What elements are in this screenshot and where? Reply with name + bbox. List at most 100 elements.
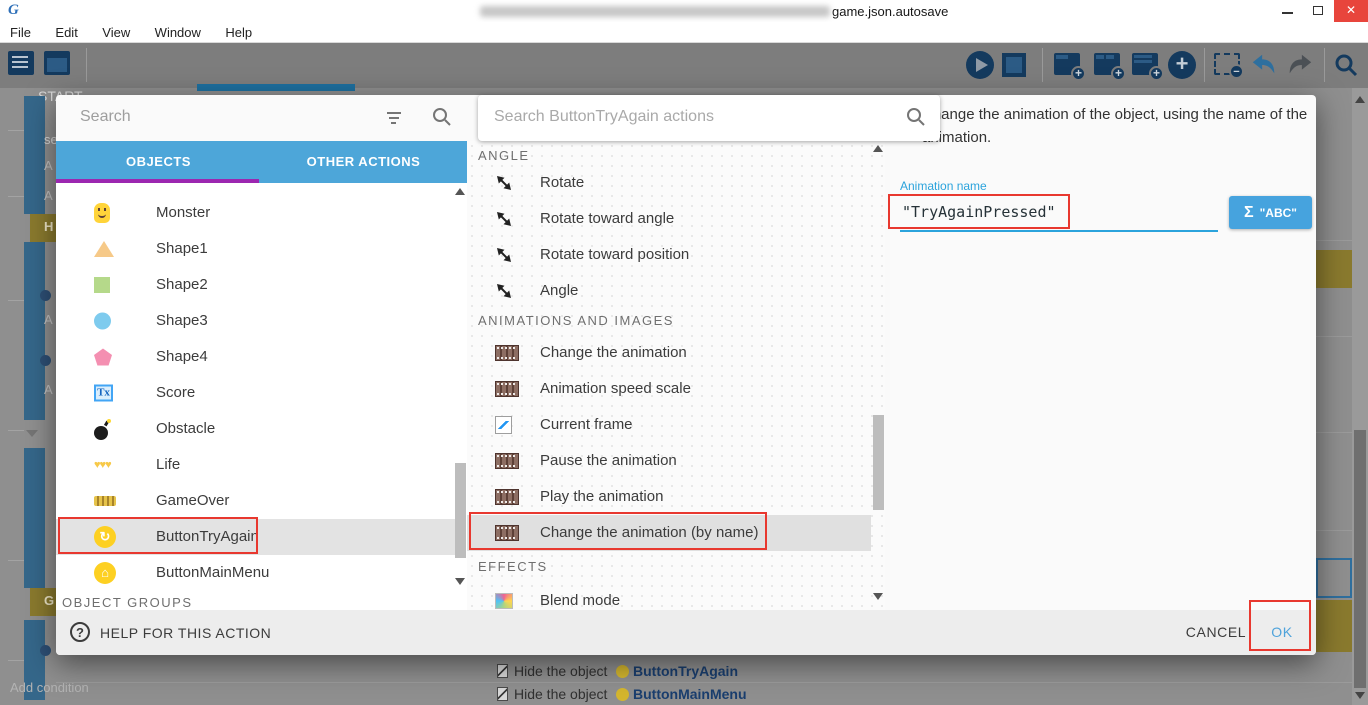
action-row-change-animation[interactable]: Change the animation [467,335,871,371]
scrollbar-thumb[interactable] [455,463,466,558]
scroll-down-icon[interactable] [455,578,465,585]
section-effects-header: EFFECTS [478,559,548,574]
help-for-this-action-link[interactable]: HELP FOR THIS ACTION [100,625,271,641]
scroll-down-icon[interactable] [873,593,883,600]
active-tab-indicator [197,84,355,91]
menu-help[interactable]: Help [215,22,262,40]
sigma-icon: Σ [1244,204,1254,221]
object-row-monster[interactable]: Monster [56,195,455,231]
objects-search-field[interactable]: Search [56,95,467,141]
object-row-shape4[interactable]: Shape4 [56,339,455,375]
annotation-box-change-animation-by-name [469,512,767,550]
action-row-play-animation[interactable]: Play the animation [467,479,871,515]
event-indent-bar [24,242,45,420]
toolbar-search-button[interactable] [1334,53,1358,82]
triangle-sprite-icon [94,241,114,257]
redo-button[interactable] [1286,52,1314,83]
scene-window-button[interactable] [44,51,70,75]
debug-button[interactable] [1002,51,1026,77]
scroll-up-icon[interactable] [455,188,465,195]
annotation-box-buttontryagain [58,517,258,554]
add-comment-button[interactable] [1132,51,1158,75]
preview-button[interactable] [966,51,994,79]
scroll-up-icon[interactable] [1355,96,1365,103]
objects-search-placeholder: Search [80,108,131,126]
object-row-buttonmainmenu[interactable]: ⌂ButtonMainMenu [56,555,455,591]
help-question-icon: ? [70,622,90,642]
window-icon [47,58,67,72]
actions-search-field[interactable]: Search ButtonTryAgain actions [478,95,940,141]
action-row-rotate[interactable]: Rotate [467,165,871,201]
scrollbar-thumb[interactable] [1354,430,1366,688]
app-window: G game.json.autosave ✕ File Edit View Wi… [0,0,1368,705]
action-row-animation-speed-scale[interactable]: Animation speed scale [467,371,871,407]
menu-file[interactable]: File [0,22,41,40]
object-row-obstacle[interactable]: Obstacle [56,411,455,447]
comment-row-clipped: G [30,588,56,616]
event-action-row: Hide the object ButtonTryAgain [56,660,1352,683]
animation-name-label: Animation name [900,179,987,193]
undo-button[interactable] [1250,52,1278,83]
film-strip-icon [495,489,519,505]
add-event-button[interactable] [1054,51,1080,75]
maximize-button[interactable] [1303,0,1334,22]
objects-tab-bar: OBJECTS OTHER ACTIONS [56,141,467,183]
search-icon [906,107,926,127]
event-action-row: Hide the object ButtonMainMenu [56,683,1352,705]
object-row-shape3[interactable]: Shape3 [56,303,455,339]
object-thumbnail-icon [616,688,629,701]
close-button[interactable]: ✕ [1334,0,1368,22]
action-row-pause-animation[interactable]: Pause the animation [467,443,871,479]
action-row-rotate-toward-position[interactable]: Rotate toward position [467,237,871,273]
pentagon-sprite-icon [94,349,112,366]
action-row-current-frame[interactable]: Current frame [467,407,871,443]
scroll-down-icon[interactable] [1355,692,1365,699]
dialog-footer: ? HELP FOR THIS ACTION CANCEL OK [56,610,1316,655]
project-manager-button[interactable] [8,51,34,75]
blurred-path [480,6,830,17]
object-row-shape1[interactable]: Shape1 [56,231,455,267]
home-button-icon: ⌂ [94,562,116,584]
section-animations-header: ANIMATIONS AND IMAGES [478,313,674,328]
scroll-up-icon[interactable] [873,145,883,152]
choose-event-type-button[interactable]: + [1168,51,1196,79]
action-row-rotate-toward-angle[interactable]: Rotate toward angle [467,201,871,237]
film-strip-icon [495,345,519,361]
action-row-angle[interactable]: Angle [467,273,871,309]
menu-window[interactable]: Window [145,22,211,40]
tab-objects[interactable]: OBJECTS [56,141,261,183]
filter-icon[interactable] [384,111,404,125]
action-row-blend-mode[interactable]: Blend mode [467,583,871,610]
plus-badge-icon [1071,66,1086,81]
hide-action-icon [497,687,508,701]
undo-icon [1250,52,1278,78]
actions-search-placeholder: Search ButtonTryAgain actions [494,108,714,126]
menu-view[interactable]: View [92,22,140,40]
object-row-score[interactable]: Score [56,375,455,411]
gameover-sprite-icon [94,496,116,506]
add-subevent-button[interactable] [1094,51,1120,75]
rotate-arrow-icon [495,210,513,228]
search-icon [432,107,452,127]
scrollbar-thumb[interactable] [873,415,884,510]
edit-action-dialog: Search OBJECTS OTHER ACTIONS Monster Sha… [56,95,1316,655]
tab-other-actions[interactable]: OTHER ACTIONS [261,141,466,183]
expression-editor-button[interactable]: Σ"ABC" [1229,196,1312,229]
minimize-button[interactable] [1272,0,1303,22]
object-row-gameover[interactable]: GameOver [56,483,455,519]
film-strip-icon [495,381,519,397]
minus-badge-icon [1229,64,1244,79]
frame-page-icon [495,416,512,434]
object-row-shape2[interactable]: Shape2 [56,267,455,303]
object-row-life[interactable]: ♥♥♥Life [56,447,455,483]
delete-event-button[interactable] [1214,51,1240,75]
input-underline [900,230,1218,232]
comment-row-clipped [1316,600,1352,652]
cancel-button[interactable]: CANCEL [1176,624,1256,640]
object-thumbnail-icon [616,665,629,678]
condition-icon [40,645,51,656]
menu-edit[interactable]: Edit [45,22,87,40]
blend-mode-icon [495,593,513,609]
square-sprite-icon [94,277,110,293]
menu-bar: File Edit View Window Help [0,22,1368,43]
